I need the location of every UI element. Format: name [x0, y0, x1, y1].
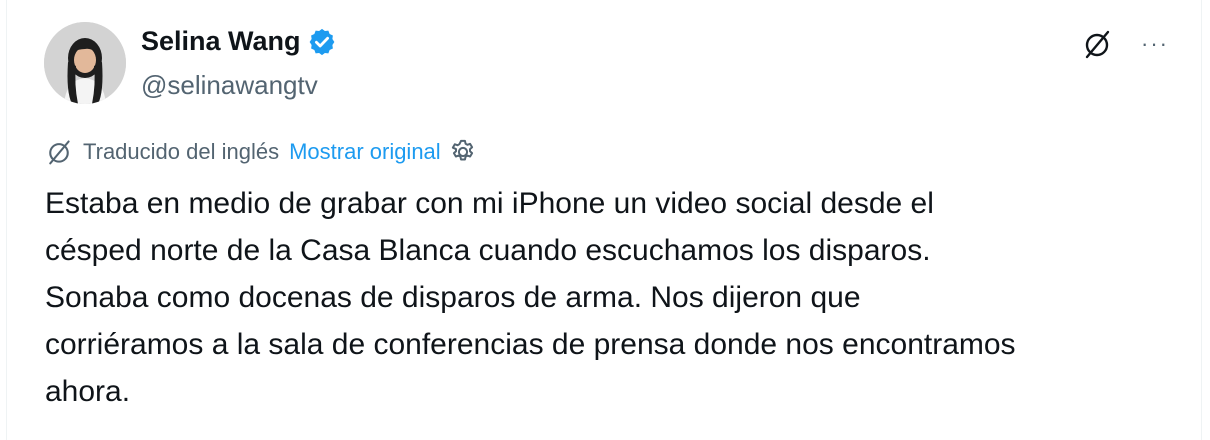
verified-badge-icon — [307, 27, 337, 57]
tweet-text-line: ahora. — [45, 375, 131, 408]
tweet-text-line: Estaba en medio de grabar con mi iPhone … — [45, 187, 934, 220]
gear-icon[interactable] — [449, 138, 477, 166]
translate-icon[interactable] — [1079, 26, 1115, 62]
author-name-row: Selina Wang — [141, 26, 337, 57]
tweet-text-line: césped norte de la Casa Blanca cuando es… — [45, 234, 931, 267]
author-handle[interactable]: @selinawangtv — [141, 70, 318, 101]
tweet-top-actions: ··· — [1079, 26, 1173, 62]
tweet-text-line: Sonaba como docenas de disparos de arma.… — [45, 281, 861, 314]
author-name[interactable]: Selina Wang — [141, 26, 301, 57]
translation-label: Traducido del inglés — [83, 139, 280, 164]
avatar[interactable] — [44, 22, 126, 104]
tweet-card: Selina Wang @selinawangtv ··· Traducido … — [6, 0, 1202, 440]
tweet-text: Estaba en medio de grabar con mi iPhone … — [45, 180, 1185, 415]
avatar-image — [44, 22, 126, 104]
translated-icon — [49, 140, 70, 165]
more-options-icon[interactable]: ··· — [1137, 26, 1173, 62]
tweet-text-line: corriéramos a la sala de conferencias de… — [45, 328, 1016, 361]
show-original-link[interactable]: Mostrar original — [289, 139, 441, 165]
translation-notice: Traducido del inglés Mostrar original — [45, 138, 477, 166]
